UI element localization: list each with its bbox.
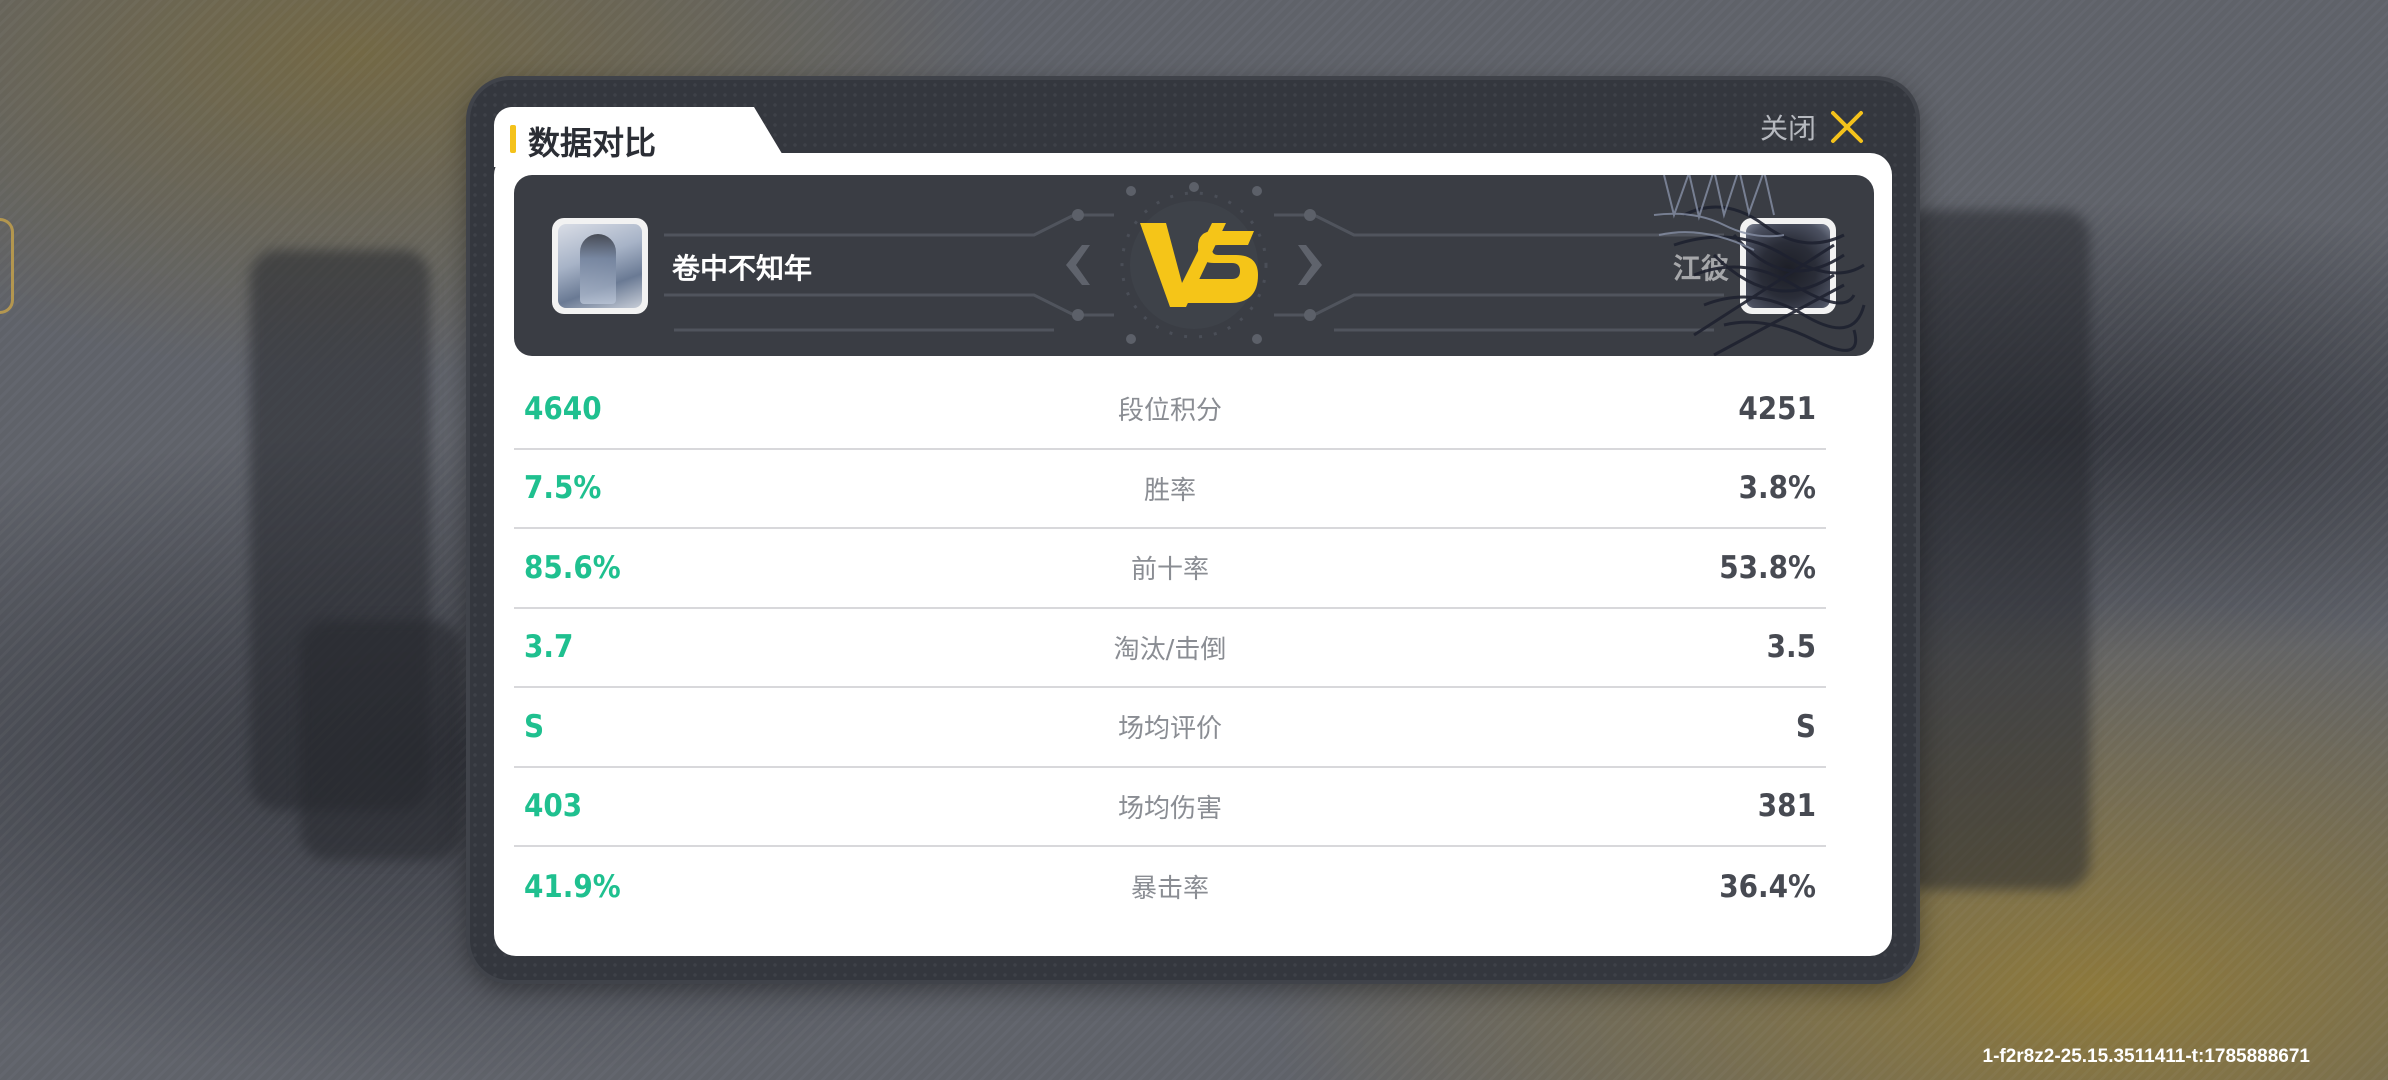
stat-label: 前十率 <box>1130 555 1209 586</box>
side-hex-icon[interactable] <box>0 218 14 314</box>
stat-row-top10-rate: 85.6% 前十率 53.8% <box>514 529 1826 609</box>
stat-label: 场均评价 <box>1117 714 1222 745</box>
right-value: 381 <box>1757 788 1816 825</box>
vs-banner: 卷中不知年 江彼 <box>514 175 1874 356</box>
background-card <box>300 620 460 860</box>
left-value: 85.6% <box>524 549 621 586</box>
background-card <box>1900 210 2090 890</box>
left-value: S <box>524 708 545 745</box>
stat-row-win-rate: 7.5% 胜率 3.8% <box>514 450 1826 529</box>
stat-label: 淘汰/击倒 <box>1113 634 1227 665</box>
stat-label: 胜率 <box>1143 475 1196 506</box>
tab-marker <box>510 125 516 153</box>
stat-label: 暴击率 <box>1130 874 1209 905</box>
stat-row-rank-score: 4640 段位积分 4251 <box>514 370 1826 450</box>
avatar-image <box>558 224 642 308</box>
close-button[interactable]: 关闭 <box>1760 102 1864 152</box>
right-value: 3.8% <box>1738 470 1816 507</box>
stat-label: 段位积分 <box>1117 396 1222 427</box>
vs-emblem <box>1114 175 1274 356</box>
build-id: 1-f2r8z2-25.15.3511411-t:1785888671 <box>1982 1046 2311 1067</box>
stats-table: 4640 段位积分 4251 7.5% 胜率 3.8% 85.6% 前十率 53… <box>514 370 1826 927</box>
vs-icon <box>1140 223 1258 307</box>
right-value: 3.5 <box>1766 629 1816 666</box>
panel-title: 数据对比 <box>528 124 657 162</box>
data-compare-panel: 数据对比 关闭 卷中不知年 江彼 4640 段位积分 4251 7.5% 胜率 … <box>470 80 1916 980</box>
left-value: 3.7 <box>524 629 574 666</box>
left-value: 7.5% <box>524 470 602 507</box>
right-value: S <box>1795 708 1816 745</box>
redaction-scribble <box>1653 175 1866 356</box>
player-left-avatar[interactable] <box>552 218 648 314</box>
left-value: 4640 <box>524 390 602 427</box>
left-value: 403 <box>524 788 583 825</box>
right-value: 4251 <box>1738 390 1816 427</box>
right-value: 36.4% <box>1719 868 1816 905</box>
close-label: 关闭 <box>1759 112 1816 145</box>
stat-row-kd: 3.7 淘汰/击倒 3.5 <box>514 609 1826 688</box>
stat-label: 场均伤害 <box>1117 793 1222 824</box>
player-left-name: 卷中不知年 <box>672 252 813 285</box>
close-icon <box>1831 111 1863 143</box>
stat-row-avg-rating: S 场均评价 S <box>514 688 1826 768</box>
left-value: 41.9% <box>524 868 621 905</box>
stat-row-avg-damage: 403 场均伤害 381 <box>514 768 1826 847</box>
stat-row-crit-rate: 41.9% 暴击率 36.4% <box>514 847 1826 927</box>
right-value: 53.8% <box>1719 549 1816 586</box>
